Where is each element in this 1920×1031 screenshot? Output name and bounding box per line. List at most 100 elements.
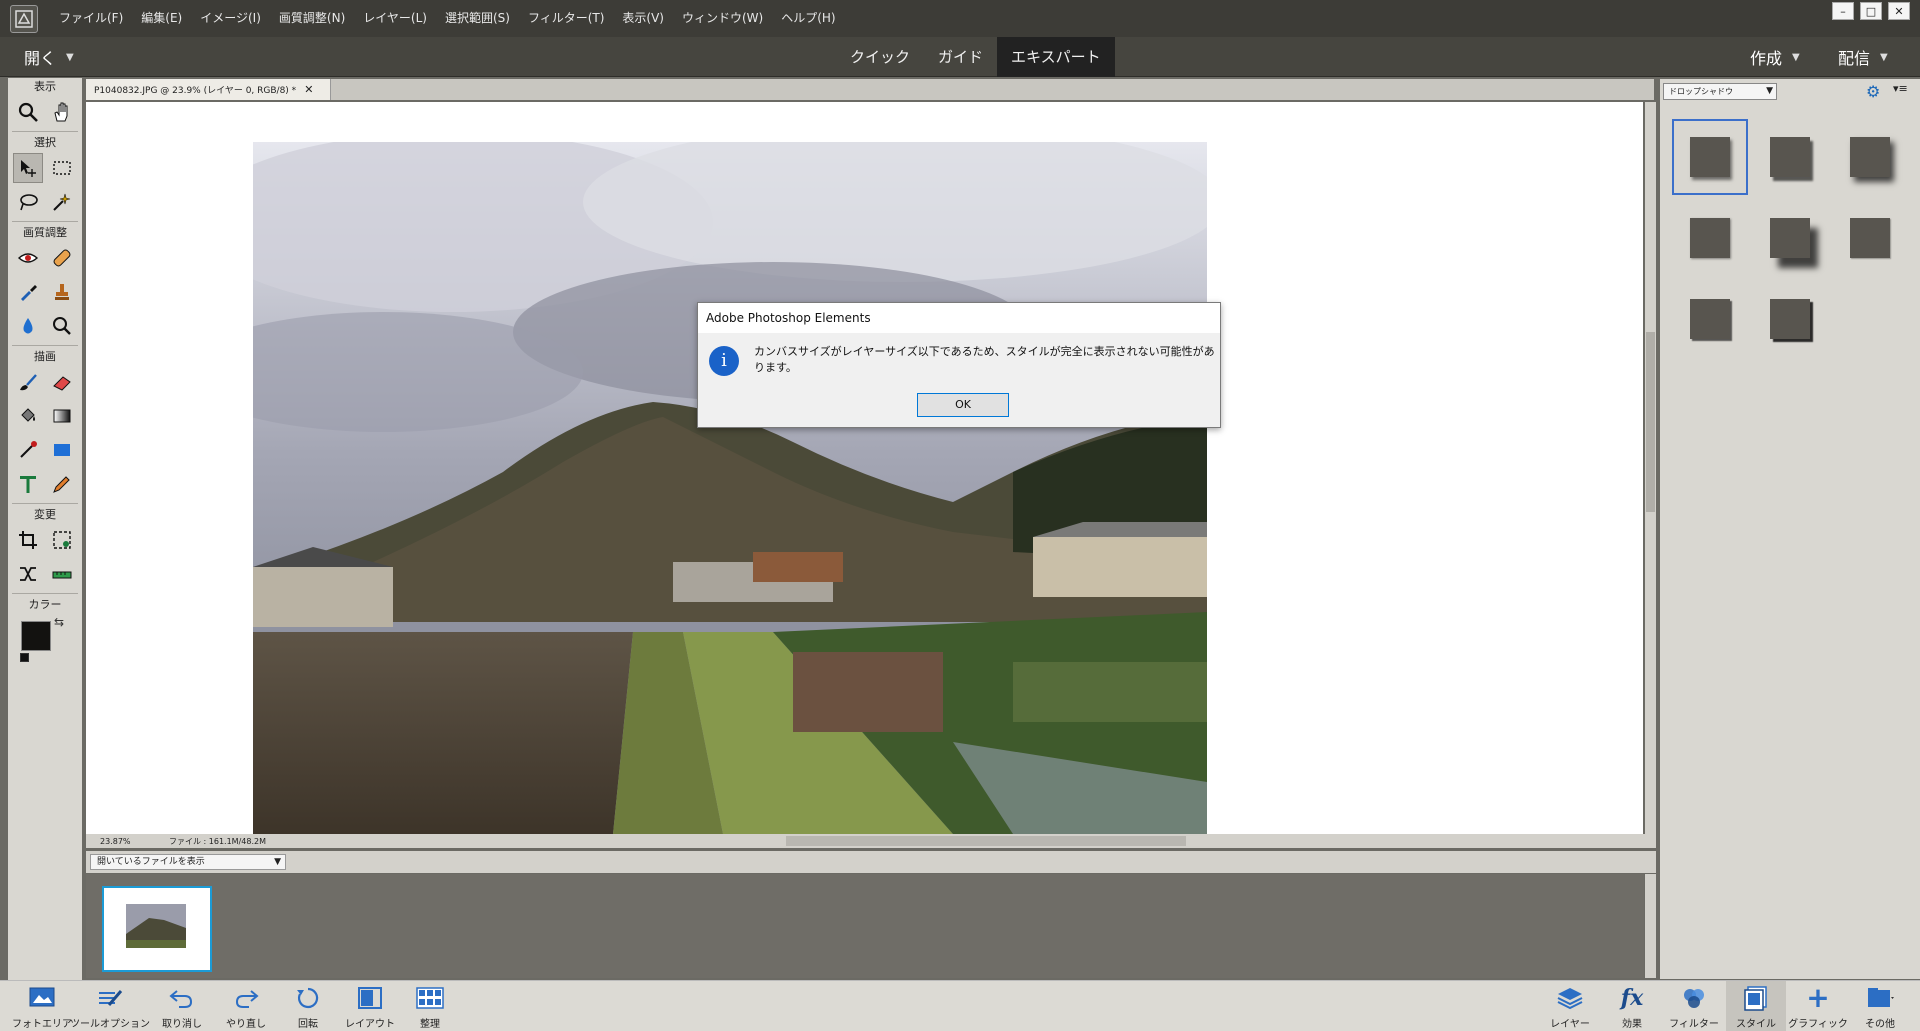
minimize-button[interactable]: – [1832,2,1854,20]
gear-icon[interactable]: ⚙ [1866,82,1880,101]
dialog-title: Adobe Photoshop Elements [698,303,1220,333]
eraser-tool-icon[interactable] [47,367,77,397]
tab-expert[interactable]: エキスパート [997,37,1115,77]
scroll-thumb[interactable] [1646,332,1655,512]
document-tab-title: P1040832.JPG @ 23.9% (レイヤー 0, RGB/8) * [94,86,297,96]
organizer-button[interactable]: 整理 [400,981,460,1031]
effects-panel-button[interactable]: fx 効果 [1602,981,1662,1031]
menu-view[interactable]: 表示(V) [613,0,673,37]
create-button[interactable]: 作成 ▼ [1750,45,1800,69]
marquee-tool-icon[interactable] [47,153,77,183]
tool-options-button[interactable]: ツールオプション [70,981,150,1031]
swap-colors-icon[interactable]: ⇆ [54,615,64,629]
group-title-modify: 変更 [34,508,56,521]
panel-menu-icon[interactable]: ▾≡ [1893,82,1908,95]
document-tab-bar: P1040832.JPG @ 23.9% (レイヤー 0, RGB/8) * ✕ [86,79,1654,100]
menu-select[interactable]: 選択範囲(S) [436,0,519,37]
style-type-dropdown[interactable]: ドロップシャドウ ▼ [1663,83,1777,100]
blur-tool-icon[interactable] [13,311,43,341]
more-panels-button[interactable]: その他 [1850,981,1910,1031]
hand-tool-icon[interactable] [47,97,77,127]
menu-file[interactable]: ファイル(F) [50,0,132,37]
undo-label: 取り消し [162,1019,202,1030]
canvas-photo[interactable] [253,142,1207,834]
recompose-tool-icon[interactable] [47,525,77,555]
graphics-label: グラフィック [1788,1019,1848,1030]
lasso-tool-icon[interactable] [13,187,43,217]
style-thumbnail[interactable] [1672,281,1748,357]
brush-tool-icon[interactable] [13,367,43,397]
crop-tool-icon[interactable] [13,525,43,555]
plus-glyph: + [1806,981,1830,1014]
plus-icon: + [1806,981,1829,1015]
red-eye-tool-icon[interactable] [13,243,43,273]
text-tool-icon[interactable] [13,469,43,499]
canvas-horizontal-scrollbar[interactable] [786,836,1186,846]
styles-panel: ドロップシャドウ ▼ ⚙ ▾≡ [1660,79,1920,979]
pencil-tool-icon[interactable] [47,469,77,499]
tab-guided[interactable]: ガイド [924,37,997,77]
menu-edit[interactable]: 編集(E) [132,0,191,37]
clone-stamp-tool-icon[interactable] [47,277,77,307]
share-label: 配信 [1838,49,1871,68]
file-size-readout: ファイル : 161.1M/48.2M [169,836,266,846]
photo-bin-scrollbar[interactable] [1645,874,1656,978]
canvas-vertical-scrollbar[interactable] [1645,102,1656,834]
group-title-draw: 描画 [34,350,56,363]
undo-button[interactable]: 取り消し [152,981,212,1031]
graphics-panel-button[interactable]: + グラフィック [1788,981,1848,1031]
layout-button[interactable]: レイアウト [340,981,400,1031]
tool-options-icon [95,981,125,1015]
sponge-tool-icon[interactable] [47,311,77,341]
photo-bin-button[interactable]: フォトエリア [12,981,72,1031]
content-aware-move-tool-icon[interactable] [13,559,43,589]
redo-button[interactable]: やり直し [216,981,276,1031]
styles-panel-button[interactable]: スタイル [1726,981,1786,1031]
menu-bar: ファイル(F) 編集(E) イメージ(I) 画質調整(N) レイヤー(L) 選択… [0,0,1920,37]
photo-bin-filter-select[interactable]: 開いているファイルを表示 ▼ [90,854,286,870]
menu-enhance[interactable]: 画質調整(N) [270,0,354,37]
styles-icon [1741,981,1771,1015]
rotate-button[interactable]: 回転 [278,981,338,1031]
style-thumbnail[interactable] [1832,200,1908,276]
spot-healing-tool-icon[interactable] [47,243,77,273]
close-window-button[interactable]: ✕ [1888,2,1910,20]
style-thumbnail[interactable] [1672,119,1748,195]
maximize-button[interactable]: □ [1860,2,1882,20]
menu-window[interactable]: ウィンドウ(W) [673,0,772,37]
menu-filter[interactable]: フィルター(T) [519,0,613,37]
layers-panel-button[interactable]: レイヤー [1540,981,1600,1031]
menu-image[interactable]: イメージ(I) [191,0,270,37]
shape-tool-icon[interactable] [47,435,77,465]
magic-wand-tool-icon[interactable] [47,187,77,217]
tab-quick[interactable]: クイック [836,37,924,77]
style-thumbnail[interactable] [1832,119,1908,195]
filters-panel-button[interactable]: フィルター [1664,981,1724,1031]
straighten-tool-icon[interactable] [47,559,77,589]
more-panels-label: その他 [1865,1019,1895,1030]
eyedropper-tool-icon[interactable] [13,435,43,465]
style-thumbnail[interactable] [1752,281,1828,357]
menu-layer[interactable]: レイヤー(L) [354,0,436,37]
close-icon[interactable]: ✕ [304,83,313,96]
zoom-tool-icon[interactable] [13,97,43,127]
move-tool-icon[interactable] [13,153,43,183]
share-button[interactable]: 配信 ▼ [1838,45,1888,69]
foreground-color-swatch[interactable] [21,621,51,651]
paint-bucket-tool-icon[interactable] [13,401,43,431]
menu-help[interactable]: ヘルプ(H) [772,0,844,37]
group-title-color: カラー [28,598,62,611]
open-button[interactable]: 開く ▼ [24,45,74,69]
style-thumbnail[interactable] [1752,200,1828,276]
create-label: 作成 [1750,49,1783,68]
style-thumbnail[interactable] [1672,200,1748,276]
photo-bin-thumbnail[interactable] [102,886,212,972]
style-thumbnail[interactable] [1752,119,1828,195]
document-tab[interactable]: P1040832.JPG @ 23.9% (レイヤー 0, RGB/8) * ✕ [86,79,331,100]
ok-button[interactable]: OK [917,393,1009,417]
gradient-tool-icon[interactable] [47,401,77,431]
smart-brush-tool-icon[interactable] [13,277,43,307]
default-colors-icon[interactable] [20,653,29,662]
organizer-icon [415,981,445,1015]
canvas-area[interactable] [86,102,1643,834]
